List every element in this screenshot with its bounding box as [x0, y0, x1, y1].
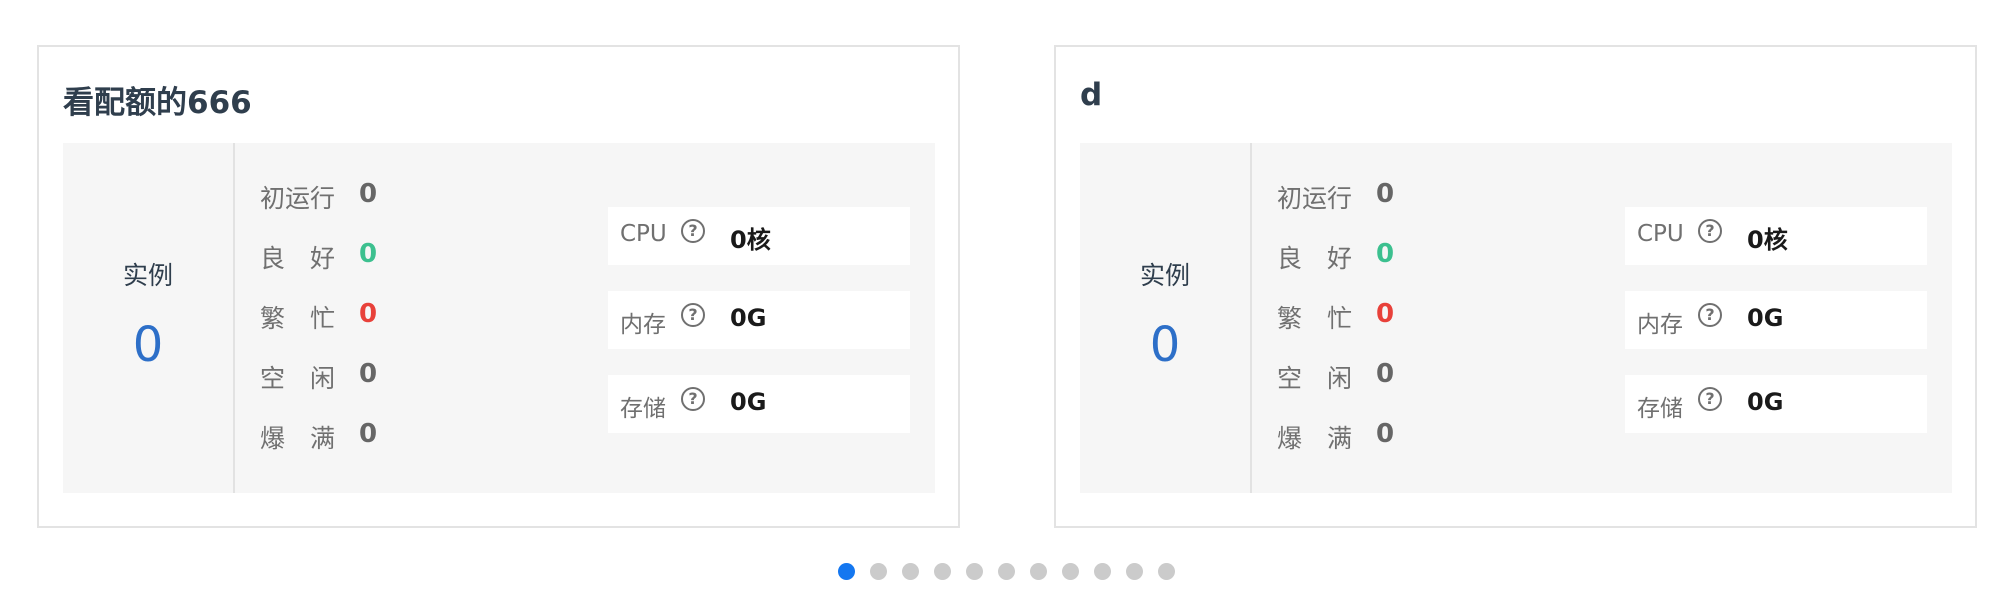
help-circle-icon[interactable]: ?	[1698, 303, 1722, 327]
status-label: 爆 满	[260, 424, 336, 453]
pagination-dot[interactable]	[1062, 563, 1079, 580]
instance-summary: 实例 0	[63, 143, 235, 493]
instance-summary: 实例 0	[1080, 143, 1252, 493]
status-label: 空 闲	[1277, 364, 1353, 393]
status-label: 初运行	[1277, 184, 1353, 213]
status-label: 空 闲	[260, 364, 336, 393]
resource-label: 内存	[1637, 312, 1683, 338]
instance-count[interactable]: 0	[63, 321, 233, 369]
pagination-dot[interactable]	[870, 563, 887, 580]
resource-label: 内存	[620, 312, 666, 338]
resource-row-memory: 内存 ? 0G	[1625, 291, 1927, 349]
status-value: 0	[359, 359, 378, 389]
help-circle-icon[interactable]: ?	[1698, 387, 1722, 411]
instance-count[interactable]: 0	[1080, 321, 1250, 369]
status-label: 良 好	[260, 244, 336, 273]
help-circle-icon[interactable]: ?	[681, 387, 705, 411]
pagination-dot[interactable]	[902, 563, 919, 580]
help-circle-icon[interactable]: ?	[1698, 219, 1722, 243]
resource-value: 0G	[730, 388, 767, 416]
card-panel: 实例 0 初运行 0 良 好 0 繁 忙 0 空 闲 0 爆 满 0 CPU ?…	[1080, 143, 1952, 493]
card-panel: 实例 0 初运行 0 良 好 0 繁 忙 0 空 闲 0 爆 满 0 CPU ?…	[63, 143, 935, 493]
resource-row-storage: 存储 ? 0G	[1625, 375, 1927, 433]
pagination-dot[interactable]	[934, 563, 951, 580]
status-label: 良 好	[1277, 244, 1353, 273]
resource-label: 存储	[620, 396, 666, 422]
resource-label: 存储	[1637, 396, 1683, 422]
status-label: 爆 满	[1277, 424, 1353, 453]
status-value: 0	[1376, 299, 1395, 329]
pagination-dot[interactable]	[998, 563, 1015, 580]
resource-row-memory: 内存 ? 0G	[608, 291, 910, 349]
resource-label: CPU	[1637, 221, 1684, 247]
status-value: 0	[359, 239, 378, 269]
status-value: 0	[1376, 179, 1395, 209]
status-label: 繁 忙	[1277, 304, 1353, 333]
resource-value: 0核	[1747, 226, 1788, 254]
status-value: 0	[359, 419, 378, 449]
help-circle-icon[interactable]: ?	[681, 219, 705, 243]
resource-value: 0核	[730, 226, 771, 254]
resource-value: 0G	[730, 304, 767, 332]
help-circle-icon[interactable]: ?	[681, 303, 705, 327]
status-value: 0	[1376, 359, 1395, 389]
quota-card: d 实例 0 初运行 0 良 好 0 繁 忙 0 空 闲 0 爆 满 0 CPU…	[1054, 45, 1977, 528]
resource-row-storage: 存储 ? 0G	[608, 375, 910, 433]
status-value: 0	[1376, 239, 1395, 269]
pagination-dot[interactable]	[1030, 563, 1047, 580]
pagination-dot[interactable]	[838, 563, 855, 580]
status-value: 0	[359, 179, 378, 209]
status-value: 0	[1376, 419, 1395, 449]
card-title: d	[1080, 77, 1103, 113]
pagination-dot[interactable]	[1094, 563, 1111, 580]
instance-label: 实例	[1139, 261, 1190, 290]
resource-row-cpu: CPU ? 0核	[1625, 207, 1927, 265]
quota-card: 看配额的666 实例 0 初运行 0 良 好 0 繁 忙 0 空 闲 0 爆 满…	[37, 45, 960, 528]
instance-label: 实例	[122, 261, 173, 290]
pagination-dot[interactable]	[1158, 563, 1175, 580]
resource-value: 0G	[1747, 388, 1784, 416]
card-title: 看配额的666	[63, 85, 252, 121]
pagination-dot[interactable]	[1126, 563, 1143, 580]
resource-value: 0G	[1747, 304, 1784, 332]
status-label: 初运行	[260, 184, 336, 213]
resource-label: CPU	[620, 221, 667, 247]
resource-row-cpu: CPU ? 0核	[608, 207, 910, 265]
status-value: 0	[359, 299, 378, 329]
status-label: 繁 忙	[260, 304, 336, 333]
pagination-dot[interactable]	[966, 563, 983, 580]
